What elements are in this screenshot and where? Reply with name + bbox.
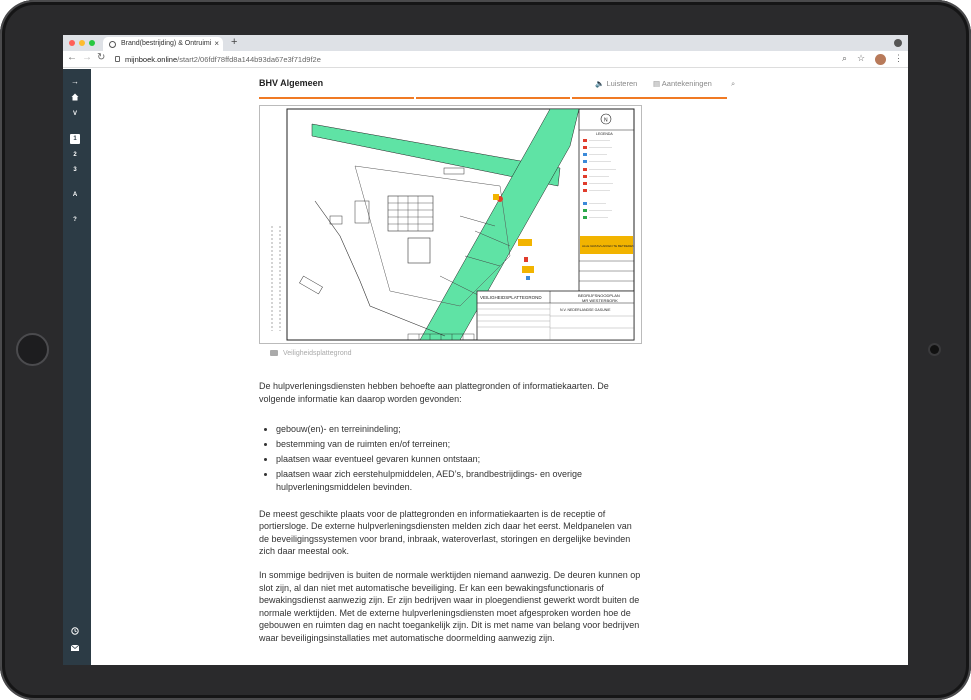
close-window-button[interactable] — [69, 40, 75, 46]
browser-toolbar: ← → ↻ mijnboek.online/start2/06fdf78ffd8… — [63, 51, 908, 68]
mail-icon[interactable] — [70, 644, 80, 655]
paragraph-after-hours: In sommige bedrijven is buiten de normal… — [259, 570, 641, 643]
chapter-progress-bar — [259, 97, 728, 99]
help-button[interactable]: ? — [70, 215, 80, 225]
new-tab-button[interactable]: + — [231, 36, 237, 48]
notes-label: Aantekeningen — [661, 79, 712, 88]
front-camera — [930, 345, 939, 354]
sidebar-item-v[interactable]: V — [70, 109, 80, 119]
list-item: plaatsen waar zich eerstehulpmiddelen, A… — [259, 468, 641, 493]
forward-button[interactable]: → — [82, 52, 92, 63]
minimize-window-button[interactable] — [79, 40, 85, 46]
home-button[interactable] — [16, 333, 49, 366]
url-domain: mijnboek.online — [125, 55, 178, 64]
figure-caption-text: Veiligheidsplattegrond — [283, 350, 352, 357]
bookmark-star-icon[interactable]: ☆ — [857, 53, 865, 64]
floor-plan-image[interactable]: N LEGENDA ALLE GRASVLAKKEN TE BETREDEN V… — [259, 105, 642, 344]
list-item: gebouw(en)- en terreinindeling; — [259, 423, 641, 436]
tablet-frame: Brand(bestrijding) & Ontruimi × + ← → ↻ … — [0, 0, 971, 700]
chapter-1-button[interactable]: 1 — [70, 134, 80, 144]
progress-segment — [572, 97, 728, 99]
maximize-window-button[interactable] — [89, 40, 95, 46]
paragraph-location: De meest geschikte plaats voor de platte… — [259, 508, 632, 557]
paragraph-intro: De hulpverleningsdiensten hebben behoeft… — [259, 381, 609, 404]
home-icon[interactable] — [70, 93, 80, 103]
list-item: plaatsen waar eventueel gevaren kunnen o… — [259, 453, 641, 466]
more-menu-icon[interactable]: ⋮ — [894, 53, 903, 64]
tab-close-button[interactable]: × — [214, 37, 219, 51]
page-title: BHV Algemeen — [259, 78, 324, 88]
progress-segment — [415, 97, 571, 99]
legend-title: LEGENDA — [596, 132, 613, 136]
back-button[interactable]: ← — [67, 52, 77, 63]
clock-icon[interactable] — [70, 627, 80, 637]
screen: Brand(bestrijding) & Ontruimi × + ← → ↻ … — [63, 35, 908, 665]
camera-icon — [270, 350, 278, 356]
sidebar-item-a[interactable]: A — [70, 190, 80, 200]
article-body: De hulpverleningsdiensten hebben behoeft… — [259, 380, 641, 656]
speaker-icon: 🔈 — [595, 79, 605, 88]
chapter-3-button[interactable]: 3 — [70, 165, 80, 175]
lock-icon — [115, 56, 120, 62]
north-arrow-label: N — [604, 118, 608, 124]
list-item: bestemming van de ruimten en/of terreine… — [259, 438, 641, 451]
figure-caption: Veiligheidsplattegrond — [270, 350, 352, 357]
company-name: N.V. NEDERLANDSE GASUNIE — [560, 308, 611, 312]
notes-icon: ▤ — [653, 79, 661, 88]
zoom-icon[interactable]: ⌕ — [842, 53, 847, 64]
notes-button[interactable]: ▤ Aantekeningen — [653, 79, 712, 88]
sidebar: → V 1 2 3 A ? — [63, 69, 91, 665]
browser-profile-icon[interactable] — [894, 39, 902, 47]
plan-title: VEILIGHEIDSPLATTEGROND — [480, 295, 542, 300]
listen-label: Luisteren — [606, 79, 638, 88]
progress-segment — [259, 97, 414, 99]
browser-tab-bar: Brand(bestrijding) & Ontruimi × + — [63, 35, 908, 51]
reload-button[interactable]: ↻ — [97, 52, 105, 63]
page-header: BHV Algemeen 🔈 Luisteren ▤ Aantekeningen… — [259, 73, 735, 99]
tab-title: Brand(bestrijding) & Ontruimi — [121, 40, 212, 47]
warning-text: ALLE GRASVLAKKEN TE BETREDEN — [582, 244, 634, 248]
search-icon[interactable]: ⌕ — [731, 79, 735, 89]
address-bar[interactable]: mijnboek.online/start2/06fdf78ffd8a144b9… — [115, 53, 825, 66]
browser-tab[interactable]: Brand(bestrijding) & Ontruimi × — [103, 37, 223, 51]
url-path: /start2/06fdf78ffd8a144b93da67e3f71d9f2e — [177, 55, 321, 64]
floor-plan-drawing: N LEGENDA ALLE GRASVLAKKEN TE BETREDEN V… — [271, 108, 635, 341]
chapter-2-button[interactable]: 2 — [70, 150, 80, 160]
avatar[interactable] — [875, 54, 886, 65]
globe-icon — [109, 41, 116, 48]
plan-subtitle-2: MR WESTERBORK — [582, 298, 618, 303]
listen-button[interactable]: 🔈 Luisteren — [595, 79, 637, 88]
info-list: gebouw(en)- en terreinindeling; bestemmi… — [259, 423, 641, 493]
expand-sidebar-icon[interactable]: → — [70, 77, 80, 87]
